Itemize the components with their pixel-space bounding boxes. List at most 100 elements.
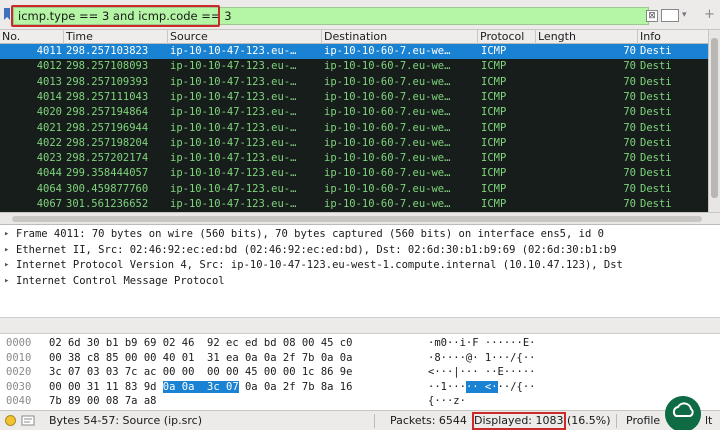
packet-cell-dst: ip-10-10-60-7.eu-we… (324, 90, 451, 103)
detail-tree-row[interactable]: ▸ Ethernet II, Src: 02:46:92:ec:ed:bd (02… (0, 243, 720, 258)
packet-row[interactable]: 4012 298.257108093 ip-10-10-47-123.eu-… ip-… (0, 59, 708, 74)
pane-splitter[interactable] (0, 317, 720, 334)
hex-row[interactable]: 0040 7b 89 00 08 7a a8 {···z· (0, 394, 720, 408)
column-header-destination[interactable]: Destination (322, 30, 478, 44)
detail-tree-row[interactable]: ▸ Internet Control Message Protocol (0, 274, 720, 289)
clear-filter-icon[interactable]: ⊠ (646, 10, 658, 22)
hex-ascii: <···|··· ··E····· (428, 365, 535, 379)
column-header-protocol[interactable]: Protocol (478, 30, 536, 44)
hex-bytes-text: 7b 89 00 08 7a a8 (49, 395, 157, 407)
packet-cell-time: 298.257202174 (66, 152, 149, 165)
expand-arrow-icon[interactable]: ▸ (4, 274, 12, 289)
hex-row[interactable]: 0010 00 38 c8 85 00 00 40 01 31 ea 0a 0a … (0, 351, 720, 365)
display-filter-input[interactable]: icmp.type == 3 and icmp.code == 3 (13, 7, 649, 25)
packet-list[interactable]: No. Time Source Destination Protocol Len… (0, 30, 708, 212)
column-header-no[interactable]: No. (0, 30, 64, 44)
packet-cell-info: Desti (640, 167, 672, 180)
hex-row[interactable]: 0030 00 00 31 11 83 9d 0a 0a 3c 07 0a 0a … (0, 380, 720, 394)
hex-ascii-text: ··1··· (428, 380, 466, 393)
packet-cell-no: 4014 (36, 90, 62, 103)
packet-row[interactable]: 4022 298.257198204 ip-10-10-47-123.eu-… ip-… (0, 136, 708, 151)
packet-cell-proto: ICMP (481, 136, 507, 149)
packet-cell-proto: ICMP (481, 121, 507, 134)
detail-tree-label: Internet Protocol Version 4, Src: ip-10-… (16, 259, 623, 271)
detail-tree-row[interactable]: ▸ Internet Protocol Version 4, Src: ip-10… (0, 258, 720, 273)
hex-offset: 0000 (6, 337, 32, 349)
hex-offset: 0040 (6, 395, 32, 407)
packet-cell-no: 4011 (36, 45, 62, 57)
bookmark-flag-icon[interactable] (3, 8, 11, 21)
packet-cell-len: 70 (623, 75, 636, 88)
packet-cell-time: 298.257196944 (66, 121, 149, 134)
expand-arrow-icon[interactable]: ▸ (4, 227, 12, 242)
column-header-time[interactable]: Time (64, 30, 168, 44)
packet-row[interactable]: 4014 298.257111043 ip-10-10-47-123.eu-… ip-… (0, 90, 708, 105)
filter-bookmark-button[interactable] (661, 9, 679, 22)
hex-ascii: ·m0··i·F ······E· (428, 336, 535, 350)
detail-tree-row[interactable]: ▸ Frame 4011: 70 bytes on wire (560 bits)… (0, 227, 720, 242)
hex-bytes-text: 00 38 c8 85 00 00 40 01 31 ea 0a 0a 2f 7… (49, 351, 353, 364)
hex-row[interactable]: 0020 3c 07 03 03 7c ac 00 00 00 00 45 00 … (0, 365, 720, 379)
packet-list-horizontal-scrollbar[interactable] (0, 212, 720, 224)
hex-ascii-text: ··/{·· (497, 380, 536, 393)
packet-cell-info: Desti (640, 75, 672, 88)
packet-cell-len: 70 (623, 198, 636, 210)
status-displayed-percent: (16.5%) (567, 414, 611, 427)
packet-cell-proto: ICMP (481, 182, 507, 195)
packet-cell-time: 298.257103823 (66, 45, 149, 57)
status-profile-label[interactable]: Profile (626, 411, 660, 430)
hex-bytes-text: 02 6d 30 b1 b9 69 02 46 92 ec ed bd 08 0… (49, 337, 353, 349)
hex-ascii-text: <···|··· ··E····· (428, 366, 536, 378)
capture-comment-icon[interactable] (21, 415, 35, 426)
packet-cell-dst: ip-10-10-60-7.eu-we… (324, 152, 451, 165)
scrollbar-thumb[interactable] (711, 38, 718, 198)
hex-bytes: 02 6d 30 b1 b9 69 02 46 92 ec ed bd 08 0… (49, 336, 352, 350)
packet-cell-len: 70 (623, 167, 636, 180)
packet-cell-src: ip-10-10-47-123.eu-… (170, 121, 297, 134)
packet-cell-dst: ip-10-10-60-7.eu-we… (324, 45, 451, 57)
hex-offset: 0020 (6, 366, 32, 378)
column-header-source[interactable]: Source (168, 30, 322, 44)
packet-row[interactable]: 4067 301.561236652 ip-10-10-47-123.eu-… ip-… (0, 197, 708, 212)
hex-bytes-text: 00 00 31 11 83 9d (49, 380, 163, 393)
scrollbar-thumb[interactable] (12, 216, 702, 222)
status-profile-value[interactable]: lt (705, 411, 712, 430)
packet-cell-time: 298.257194864 (66, 106, 149, 119)
packet-row[interactable]: 4044 299.358444057 ip-10-10-47-123.eu-… ip-… (0, 166, 708, 181)
column-header-info[interactable]: Info (638, 30, 708, 44)
detail-tree-label: Ethernet II, Src: 02:46:92:ec:ed:bd (02:… (16, 243, 617, 256)
add-filter-button-icon[interactable]: + (704, 7, 716, 22)
packet-cell-src: ip-10-10-47-123.eu-… (170, 45, 297, 57)
packet-row[interactable]: 4011 298.257103823 ip-10-10-47-123.eu-… ip-… (0, 44, 708, 59)
packet-cell-no: 4020 (36, 106, 62, 119)
hex-row[interactable]: 0000 02 6d 30 b1 b9 69 02 46 92 ec ed bd … (0, 336, 720, 350)
hex-ascii-text: ·8····@· 1···/{·· (428, 351, 536, 364)
packet-cell-proto: ICMP (481, 152, 507, 165)
hex-bytes: 7b 89 00 08 7a a8 (49, 394, 156, 408)
packet-row[interactable]: 4013 298.257109393 ip-10-10-47-123.eu-… ip-… (0, 75, 708, 90)
detail-tree-label: Frame 4011: 70 bytes on wire (560 bits),… (16, 228, 604, 240)
packet-cell-proto: ICMP (481, 45, 507, 57)
packet-cell-src: ip-10-10-47-123.eu-… (170, 60, 297, 73)
packet-row[interactable]: 4021 298.257196944 ip-10-10-47-123.eu-… ip-… (0, 121, 708, 136)
packet-cell-len: 70 (623, 90, 636, 103)
packet-list-vertical-scrollbar[interactable] (708, 30, 720, 212)
expert-info-icon[interactable] (5, 415, 16, 426)
packet-cell-info: Desti (640, 121, 672, 134)
hex-ascii: ·8····@· 1···/{·· (428, 351, 535, 365)
column-header-length[interactable]: Length (536, 30, 638, 44)
packet-cell-info: Desti (640, 45, 672, 57)
packet-row[interactable]: 4020 298.257194864 ip-10-10-47-123.eu-… ip-… (0, 105, 708, 120)
detail-tree-label: Internet Control Message Protocol (16, 274, 225, 287)
packet-cell-no: 4012 (36, 60, 62, 73)
packet-row[interactable]: 4064 300.459877760 ip-10-10-47-123.eu-… ip-… (0, 182, 708, 197)
packet-cell-src: ip-10-10-47-123.eu-… (170, 198, 297, 210)
expand-arrow-icon[interactable]: ▸ (4, 243, 12, 258)
packet-row[interactable]: 4023 298.257202174 ip-10-10-47-123.eu-… ip-… (0, 151, 708, 166)
packet-cell-src: ip-10-10-47-123.eu-… (170, 152, 297, 165)
packet-cell-time: 301.561236652 (66, 198, 149, 210)
expand-arrow-icon[interactable]: ▸ (4, 258, 12, 273)
filter-dropdown-arrow-icon[interactable]: ▾ (682, 9, 702, 22)
packet-cell-no: 4013 (36, 75, 62, 88)
status-divider (616, 414, 617, 428)
